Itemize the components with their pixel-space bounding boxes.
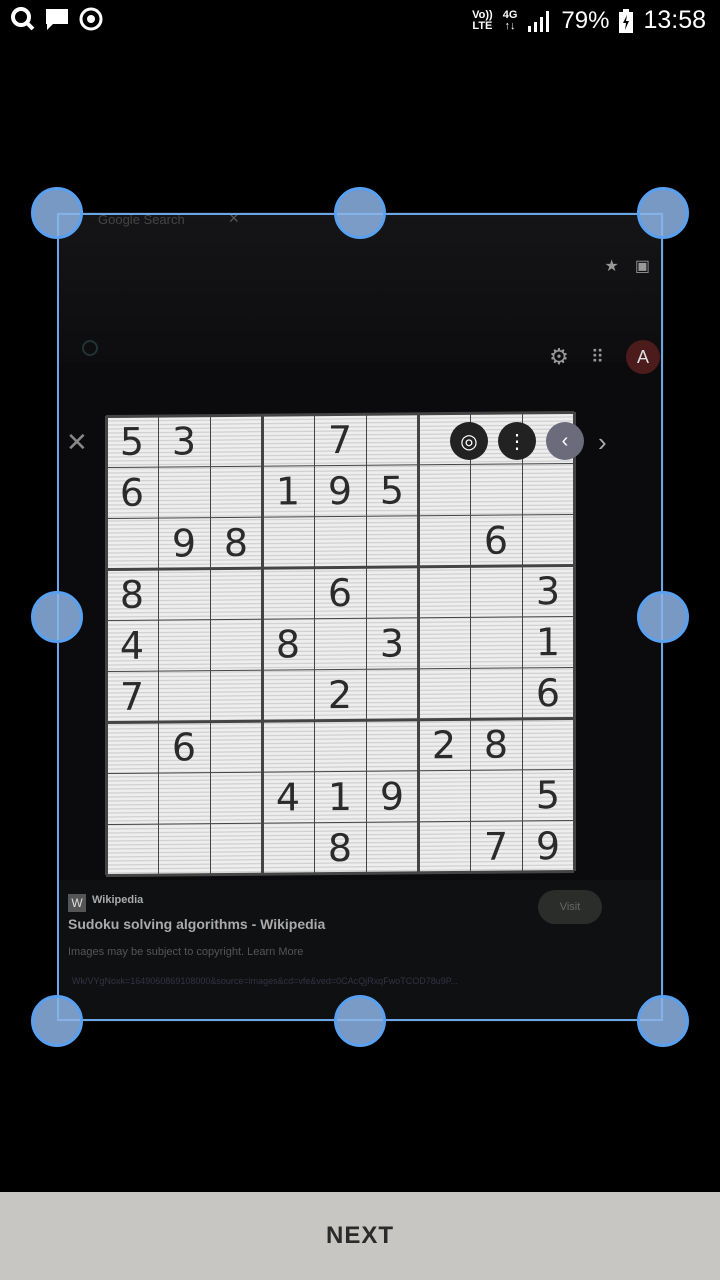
battery-percent: 79%: [561, 6, 610, 34]
sync-icon: [79, 7, 103, 31]
crop-handle-top-left[interactable]: [31, 187, 83, 239]
crop-handle-top-right[interactable]: [637, 187, 689, 239]
crop-handle-bottom-left[interactable]: [31, 995, 83, 1047]
crop-handle-middle-right[interactable]: [637, 591, 689, 643]
bottom-bar: NEXT: [0, 1192, 720, 1280]
crop-handle-bottom-center[interactable]: [334, 995, 386, 1047]
network-type: 4G ↑↓: [502, 8, 518, 32]
crop-handle-top-center[interactable]: [334, 187, 386, 239]
crop-frame[interactable]: [57, 213, 663, 1021]
crop-handle-middle-left[interactable]: [31, 591, 83, 643]
battery-charging-icon: [619, 8, 634, 33]
notification-icons: [10, 6, 104, 32]
search-notification-icon: [11, 7, 35, 31]
clock: 13:58: [643, 6, 706, 34]
next-button[interactable]: NEXT: [320, 1221, 400, 1251]
message-icon: [46, 9, 68, 30]
volte-indicator: Vo)) LTE: [472, 8, 493, 32]
signal-icon: [528, 10, 550, 32]
system-status: Vo)) LTE 4G ↑↓ 79% 13:58: [472, 6, 706, 35]
status-bar: Vo)) LTE 4G ↑↓ 79% 13:58: [0, 0, 720, 44]
crop-handle-bottom-right[interactable]: [637, 995, 689, 1047]
